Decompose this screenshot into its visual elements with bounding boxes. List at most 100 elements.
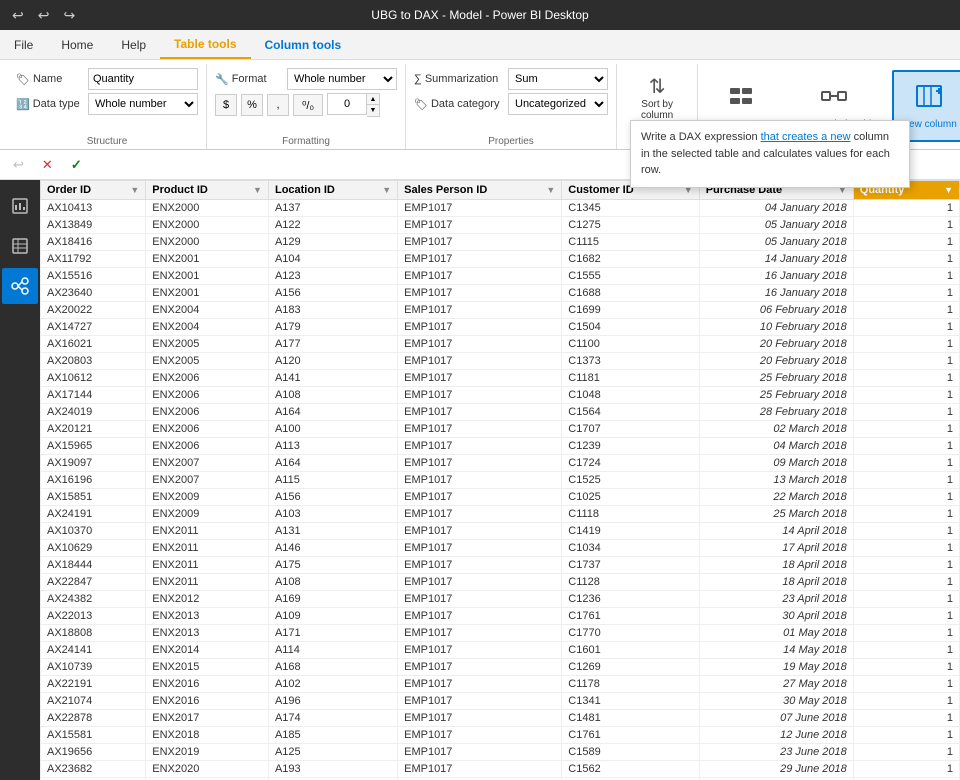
datacategory-select[interactable]: Uncategorized [508, 93, 608, 115]
table-cell: EMP1017 [398, 557, 562, 574]
redo-icon[interactable]: ↪ [59, 5, 79, 26]
decimal-button[interactable]: ⁰/₀ [293, 94, 323, 116]
spin-up[interactable]: ▲ [367, 94, 379, 105]
menu-home[interactable]: Home [47, 30, 107, 59]
table-cell: ENX2009 [146, 489, 269, 506]
decimal-input[interactable] [327, 93, 367, 115]
table-cell: 17 April 2018 [699, 540, 853, 557]
table-cell: C1724 [562, 455, 699, 472]
undo-toolbar-btn[interactable]: ↩ [6, 154, 31, 176]
menu-column-tools[interactable]: Column tools [251, 30, 356, 59]
table-cell: ENX2005 [146, 353, 269, 370]
table-cell: AX14727 [41, 319, 146, 336]
currency-button[interactable]: $ [215, 94, 237, 116]
table-cell: A164 [268, 404, 397, 421]
datatype-label: 🔢 Data type [16, 98, 84, 111]
table-cell: EMP1017 [398, 217, 562, 234]
percent-button[interactable]: % [241, 94, 263, 116]
order-id-filter-arrow[interactable]: ▼ [130, 185, 139, 195]
location-id-filter-arrow[interactable]: ▼ [382, 185, 391, 195]
table-cell: EMP1017 [398, 336, 562, 353]
table-cell: A120 [268, 353, 397, 370]
table-row: AX20121ENX2006A100EMP1017C170702 March 2… [41, 421, 960, 438]
table-cell: 23 June 2018 [699, 744, 853, 761]
sidebar-report-icon[interactable] [2, 188, 38, 224]
table-cell: EMP1017 [398, 200, 562, 217]
quantity-filter-arrow[interactable]: ▼ [944, 185, 953, 195]
sidebar [0, 180, 40, 780]
table-cell: A104 [268, 251, 397, 268]
undo-icon[interactable]: ↩ [8, 5, 28, 26]
category-icon: 🏷 [414, 98, 428, 111]
table-cell: C1239 [562, 438, 699, 455]
table-cell: EMP1017 [398, 489, 562, 506]
table-cell: ENX2001 [146, 285, 269, 302]
table-cell: 1 [853, 217, 959, 234]
table-cell: A102 [268, 676, 397, 693]
table-cell: ENX2007 [146, 455, 269, 472]
ribbon-formatting-group: 🔧 Format Whole number $ % , ⁰/₀ ▲ ▼ [207, 64, 406, 149]
table-cell: A141 [268, 370, 397, 387]
table-cell: A108 [268, 574, 397, 591]
table-cell: AX10612 [41, 370, 146, 387]
sort-by-column-btn[interactable]: ⇅ Sort bycolumn [625, 68, 689, 127]
sidebar-model-icon[interactable] [2, 268, 38, 304]
table-cell: AX19097 [41, 455, 146, 472]
datatype-select[interactable]: Whole number [88, 93, 198, 115]
comma-button[interactable]: , [267, 94, 289, 116]
table-cell: 1 [853, 438, 959, 455]
summarization-select[interactable]: Sum [508, 68, 608, 90]
cancel-button[interactable]: ✕ [35, 154, 60, 176]
table-cell: AX10629 [41, 540, 146, 557]
table-cell: AX15516 [41, 268, 146, 285]
sales-person-id-filter-arrow[interactable]: ▼ [546, 185, 555, 195]
table-cell: AX22847 [41, 574, 146, 591]
undo2-icon[interactable]: ↩ [34, 5, 54, 26]
spin-down[interactable]: ▼ [367, 105, 379, 116]
menu-help[interactable]: Help [107, 30, 160, 59]
table-row: AX10629ENX2011A146EMP1017C103417 April 2… [41, 540, 960, 557]
table-cell: 14 April 2018 [699, 523, 853, 540]
table-cell: EMP1017 [398, 608, 562, 625]
table-cell: 1 [853, 455, 959, 472]
properties-controls: ∑ Summarization Sum 🏷 Data category Unca… [414, 64, 608, 115]
table-cell: C1345 [562, 200, 699, 217]
table-cell: ENX2001 [146, 251, 269, 268]
table-cell: EMP1017 [398, 285, 562, 302]
main-area: Order ID ▼ Product ID ▼ Location ID [0, 180, 960, 780]
table-row: AX23682ENX2020A193EMP1017C156229 June 20… [41, 761, 960, 778]
table-cell: ENX2006 [146, 438, 269, 455]
table-cell: 1 [853, 336, 959, 353]
table-cell: AX23640 [41, 285, 146, 302]
menu-table-tools[interactable]: Table tools [160, 30, 250, 59]
name-input[interactable] [88, 68, 198, 90]
table-cell: ENX2000 [146, 217, 269, 234]
table-cell: EMP1017 [398, 625, 562, 642]
table-cell: A125 [268, 744, 397, 761]
menu-file[interactable]: File [0, 30, 47, 59]
table-cell: 25 March 2018 [699, 506, 853, 523]
table-cell: 20 February 2018 [699, 353, 853, 370]
table-cell: EMP1017 [398, 659, 562, 676]
sidebar-data-icon[interactable] [2, 228, 38, 264]
product-id-filter-arrow[interactable]: ▼ [253, 185, 262, 195]
table-cell: 13 March 2018 [699, 472, 853, 489]
table-cell: ENX2011 [146, 557, 269, 574]
data-table: Order ID ▼ Product ID ▼ Location ID [40, 180, 960, 780]
manage-relationships-icon [820, 82, 848, 117]
summarization-row: ∑ Summarization Sum [414, 68, 608, 90]
table-cell: EMP1017 [398, 540, 562, 557]
table-cell: A129 [268, 234, 397, 251]
table-cell: AX24019 [41, 404, 146, 421]
confirm-button[interactable]: ✓ [64, 154, 89, 176]
tooltip-link[interactable]: that creates a new [761, 131, 851, 143]
table-cell: 07 June 2018 [699, 710, 853, 727]
table-cell: 01 May 2018 [699, 625, 853, 642]
table-cell: AX10413 [41, 200, 146, 217]
table-cell: EMP1017 [398, 761, 562, 778]
table-cell: 29 June 2018 [699, 761, 853, 778]
format-select[interactable]: Whole number [287, 68, 397, 90]
table-cell: A108 [268, 387, 397, 404]
new-column-label: New column [902, 119, 957, 131]
table-cell: 12 June 2018 [699, 727, 853, 744]
